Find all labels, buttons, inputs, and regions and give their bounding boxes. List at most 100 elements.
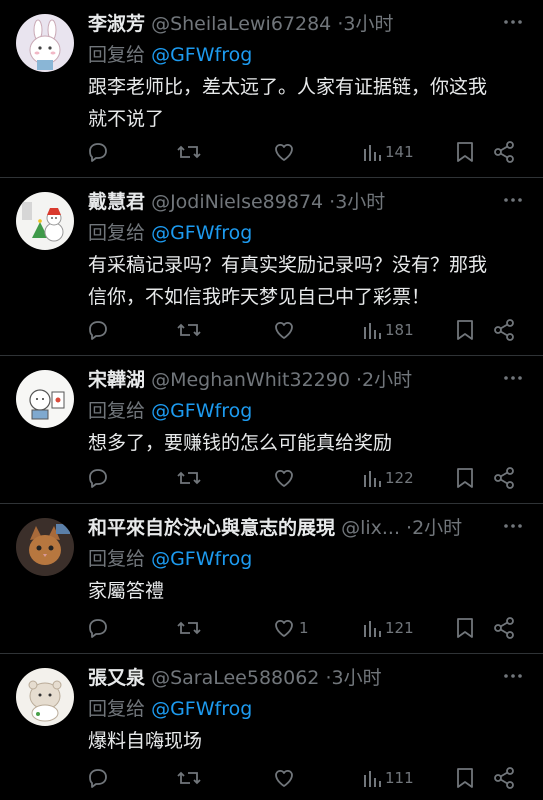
- like-button[interactable]: [272, 763, 299, 793]
- views-button[interactable]: 122: [362, 463, 414, 493]
- avatar[interactable]: [16, 370, 74, 428]
- action-bar: 141: [86, 137, 527, 167]
- like-button[interactable]: [272, 137, 299, 167]
- heart-icon: [275, 321, 293, 339]
- reply-tweet[interactable]: 和平來自於決心與意志的展現 @lix... ·2小时 回复给 @GFWfrog …: [0, 504, 543, 654]
- timestamp[interactable]: 2小时: [362, 369, 412, 391]
- doodle-avatar-icon: [16, 370, 74, 428]
- reply-icon: [89, 321, 107, 340]
- avatar[interactable]: [16, 518, 74, 576]
- reply-tweet[interactable]: 宋韡湖 @MeghanWhit32290 ·2小时 回复给 @GFWfrog 想…: [0, 356, 543, 504]
- replying-to-link[interactable]: @GFWfrog: [151, 44, 252, 66]
- avatar[interactable]: [16, 192, 74, 250]
- replying-to: 回复给 @GFWfrog: [88, 397, 252, 425]
- retweet-icon: [177, 621, 201, 635]
- reply-button[interactable]: [86, 137, 110, 167]
- display-name[interactable]: 戴慧君: [88, 191, 145, 213]
- display-name[interactable]: 李淑芳: [88, 13, 145, 35]
- view-count: 141: [385, 143, 414, 161]
- retweet-button[interactable]: [176, 613, 202, 643]
- views-icon: [364, 771, 381, 787]
- retweet-icon: [177, 771, 201, 785]
- timestamp[interactable]: 2小时: [412, 517, 462, 539]
- like-button[interactable]: [272, 463, 299, 493]
- user-handle[interactable]: @SaraLee588062: [151, 667, 319, 689]
- retweet-button[interactable]: [176, 315, 202, 345]
- user-handle[interactable]: @lix...: [341, 517, 400, 539]
- more-icon[interactable]: [501, 664, 525, 688]
- reply-tweet[interactable]: 李淑芳 @SheilaLewi67284 ·3小时 回复给 @GFWfrog 跟…: [0, 0, 543, 178]
- heart-icon: [275, 469, 293, 487]
- bookmark-icon: [457, 142, 473, 162]
- reply-button[interactable]: [86, 463, 110, 493]
- replying-to-link[interactable]: @GFWfrog: [151, 698, 252, 720]
- bookmark-icon: [457, 768, 473, 788]
- user-handle[interactable]: @MeghanWhit32290: [151, 369, 350, 391]
- tweet-text-line: 想多了，要赚钱的怎么可能真给奖励: [88, 432, 393, 454]
- tweet-text: 跟李老师比，差太远了。人家有证据链，你这我 就不说了: [88, 71, 523, 135]
- timestamp[interactable]: 3小时: [331, 667, 381, 689]
- heart-icon: [275, 143, 293, 161]
- bunny-avatar-icon: [16, 14, 74, 72]
- share-button[interactable]: [492, 613, 516, 643]
- display-name[interactable]: 和平來自於決心與意志的展現: [88, 517, 335, 539]
- retweet-button[interactable]: [176, 137, 202, 167]
- tweet-text: 有采稿记录吗？有真实奖励记录吗？没有？那我 信你，不如信我昨天梦见自己中了彩票！: [88, 249, 523, 313]
- like-button[interactable]: 1: [272, 613, 309, 643]
- more-icon[interactable]: [501, 188, 525, 212]
- tweet-text-line: 跟李老师比，差太远了。人家有证据链，你这我: [88, 76, 488, 98]
- action-bar: 181: [86, 315, 527, 345]
- replying-to-label: 回复给: [88, 222, 146, 244]
- reply-button[interactable]: [86, 315, 110, 345]
- retweet-icon: [177, 145, 201, 159]
- share-button[interactable]: [492, 137, 516, 167]
- more-icon[interactable]: [501, 514, 525, 538]
- replying-to-link[interactable]: @GFWfrog: [151, 400, 252, 422]
- like-count: 1: [299, 619, 309, 637]
- retweet-button[interactable]: [176, 763, 202, 793]
- share-button[interactable]: [492, 763, 516, 793]
- views-icon: [364, 145, 381, 161]
- bookmark-button[interactable]: [454, 763, 476, 793]
- display-name[interactable]: 宋韡湖: [88, 369, 145, 391]
- views-button[interactable]: 181: [362, 315, 414, 345]
- tweet-text-line: 信你，不如信我昨天梦见自己中了彩票！: [88, 286, 431, 308]
- share-icon: [494, 141, 514, 163]
- more-icon[interactable]: [501, 366, 525, 390]
- avatar[interactable]: [16, 14, 74, 72]
- user-handle[interactable]: @JodiNielse89874: [151, 191, 323, 213]
- reply-tweet[interactable]: 張又泉 @SaraLee588062 ·3小时 回复给 @GFWfrog 爆料自…: [0, 654, 543, 800]
- heart-icon: [275, 769, 293, 787]
- user-handle[interactable]: @SheilaLewi67284: [151, 13, 331, 35]
- view-count: 181: [385, 321, 414, 339]
- replying-to-link[interactable]: @GFWfrog: [151, 222, 252, 244]
- bookmark-button[interactable]: [454, 613, 476, 643]
- tweet-text: 爆料自嗨现场: [88, 725, 523, 757]
- retweet-button[interactable]: [176, 463, 202, 493]
- avatar[interactable]: [16, 668, 74, 726]
- replying-to-label: 回复给: [88, 548, 146, 570]
- views-button[interactable]: 141: [362, 137, 414, 167]
- tweet-text: 想多了，要赚钱的怎么可能真给奖励: [88, 427, 523, 459]
- more-icon[interactable]: [501, 10, 525, 34]
- bookmark-button[interactable]: [454, 137, 476, 167]
- bookmark-button[interactable]: [454, 463, 476, 493]
- replying-to-link[interactable]: @GFWfrog: [151, 548, 252, 570]
- like-button[interactable]: [272, 315, 299, 345]
- views-icon: [364, 621, 381, 637]
- share-button[interactable]: [492, 463, 516, 493]
- views-button[interactable]: 111: [362, 763, 414, 793]
- tweet-header: 和平來自於決心與意志的展現 @lix... ·2小时: [88, 513, 523, 543]
- views-button[interactable]: 121: [362, 613, 414, 643]
- reply-button[interactable]: [86, 613, 110, 643]
- timestamp[interactable]: 3小时: [335, 191, 385, 213]
- share-button[interactable]: [492, 315, 516, 345]
- share-icon: [494, 617, 514, 639]
- display-name[interactable]: 張又泉: [88, 667, 145, 689]
- bookmark-button[interactable]: [454, 315, 476, 345]
- tweet-text-line: 有采稿记录吗？有真实奖励记录吗？没有？那我: [88, 254, 488, 276]
- share-icon: [494, 467, 514, 489]
- reply-button[interactable]: [86, 763, 110, 793]
- reply-tweet[interactable]: 戴慧君 @JodiNielse89874 ·3小时 回复给 @GFWfrog 有…: [0, 178, 543, 356]
- timestamp[interactable]: 3小时: [343, 13, 393, 35]
